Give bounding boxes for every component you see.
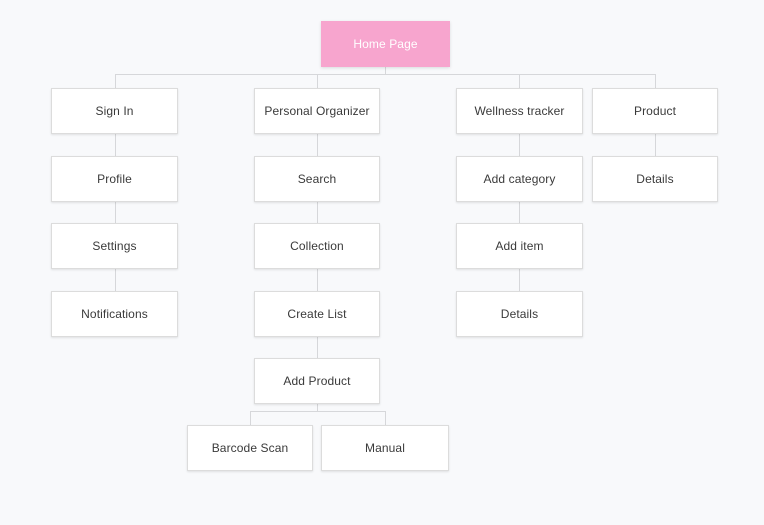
- node-add-item[interactable]: Add item: [456, 223, 583, 269]
- sitemap-diagram: Home Page Sign In Profile Settings Notif…: [0, 0, 764, 525]
- node-product-details[interactable]: Details: [592, 156, 718, 202]
- edge-createlist-addproduct: [317, 337, 318, 358]
- edge-drop-wellness: [519, 74, 520, 88]
- node-add-category[interactable]: Add category: [456, 156, 583, 202]
- edge-additem-details: [519, 269, 520, 291]
- edge-top-distribution-bar: [115, 74, 656, 75]
- edge-settings-notifications: [115, 269, 116, 291]
- node-wellness-details[interactable]: Details: [456, 291, 583, 337]
- node-settings[interactable]: Settings: [51, 223, 178, 269]
- edge-profile-settings: [115, 202, 116, 223]
- node-notifications[interactable]: Notifications: [51, 291, 178, 337]
- edge-search-collection: [317, 202, 318, 223]
- node-wellness-tracker[interactable]: Wellness tracker: [456, 88, 583, 134]
- node-sign-in[interactable]: Sign In: [51, 88, 178, 134]
- edge-drop-manual: [385, 411, 386, 425]
- edge-drop-product: [655, 74, 656, 88]
- node-add-product[interactable]: Add Product: [254, 358, 380, 404]
- edge-drop-organizer: [317, 74, 318, 88]
- node-home-page[interactable]: Home Page: [321, 21, 450, 67]
- node-collection[interactable]: Collection: [254, 223, 380, 269]
- node-personal-organizer[interactable]: Personal Organizer: [254, 88, 380, 134]
- edge-collection-createlist: [317, 269, 318, 291]
- node-search[interactable]: Search: [254, 156, 380, 202]
- node-manual[interactable]: Manual: [321, 425, 449, 471]
- node-barcode-scan[interactable]: Barcode Scan: [187, 425, 313, 471]
- edge-wellness-addcategory: [519, 134, 520, 156]
- edge-signin-profile: [115, 134, 116, 156]
- edge-addcategory-additem: [519, 202, 520, 223]
- node-create-list[interactable]: Create List: [254, 291, 380, 337]
- edge-addproduct-distribution-bar: [250, 411, 385, 412]
- edge-organizer-search: [317, 134, 318, 156]
- node-product[interactable]: Product: [592, 88, 718, 134]
- edge-drop-barcode: [250, 411, 251, 425]
- node-profile[interactable]: Profile: [51, 156, 178, 202]
- edge-product-details: [655, 134, 656, 156]
- edge-drop-signin: [115, 74, 116, 88]
